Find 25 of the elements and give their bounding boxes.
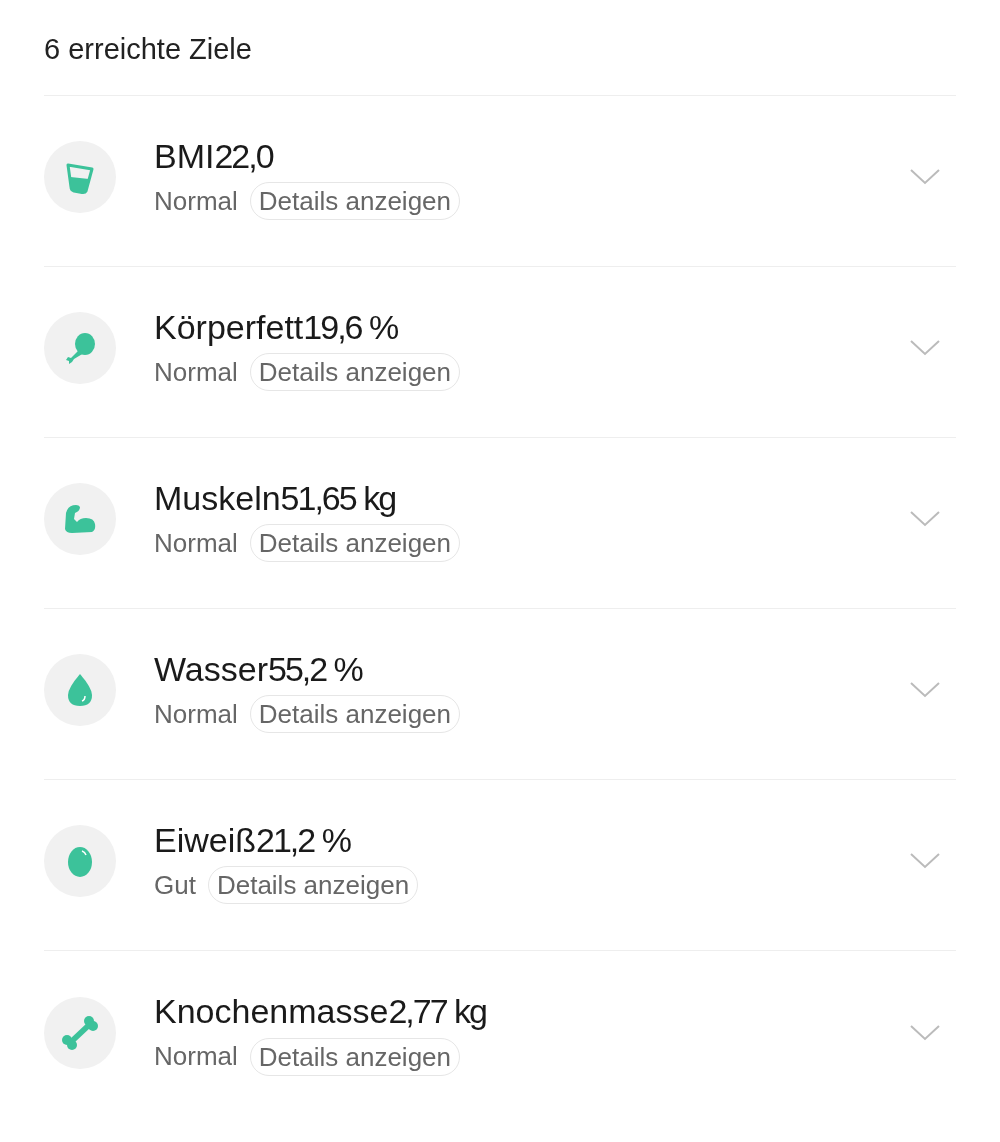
metric-value: 19,6 %: [303, 306, 398, 348]
status-label: Normal: [154, 355, 238, 389]
metric-value: 22,0: [214, 135, 273, 177]
chevron-down-icon[interactable]: [910, 682, 940, 698]
metric-value: 51,65 kg: [280, 477, 396, 519]
chevron-down-icon[interactable]: [910, 340, 940, 356]
metric-name: Eiweiß: [154, 819, 257, 861]
metric-name: Muskeln: [154, 477, 281, 519]
metric-value: 2,77 kg: [388, 991, 486, 1032]
status-label: Normal: [154, 697, 238, 731]
chevron-down-icon[interactable]: [910, 169, 940, 185]
metric-name: Knochenmasse: [154, 991, 389, 1032]
metric-name: BMI: [154, 135, 215, 177]
chevron-down-icon[interactable]: [910, 511, 940, 527]
status-label: Normal: [154, 526, 238, 560]
metric-value: 21,2 %: [256, 819, 350, 861]
metric-name: Wasser: [154, 648, 268, 690]
section-title: 6 erreichte Ziele: [44, 31, 252, 67]
status-label: Normal: [154, 184, 238, 218]
status-label: Gut: [154, 868, 196, 902]
metric-name: Körperfett: [154, 306, 304, 348]
chevron-down-icon[interactable]: [910, 1024, 940, 1041]
status-label: Normal: [154, 1040, 238, 1073]
chevron-down-icon[interactable]: [910, 853, 940, 869]
metric-value: 55,2 %: [268, 648, 362, 690]
